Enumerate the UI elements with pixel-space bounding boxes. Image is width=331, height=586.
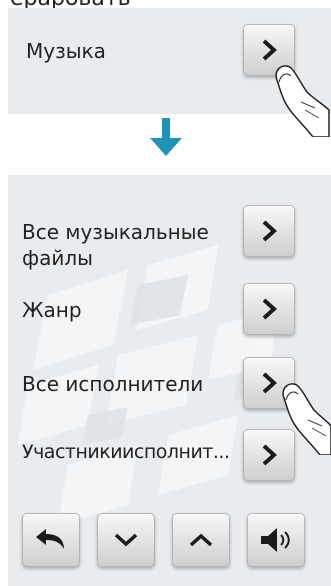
back-button[interactable]	[22, 513, 80, 567]
chevron-right-icon	[262, 220, 277, 242]
menu-item-participants: Участникиисполнит...	[22, 441, 230, 463]
pointing-hand-icon	[275, 65, 330, 137]
chevron-right-icon	[262, 444, 277, 466]
menu-item-genre: Жанр	[22, 298, 82, 322]
arrow-down-icon	[150, 118, 182, 156]
menu-item-all-music: Все музыкальные файлы	[22, 220, 209, 270]
music-label: Музыка	[26, 39, 106, 63]
chevron-up-icon	[189, 533, 213, 547]
menu-item-genre-button[interactable]	[243, 283, 295, 335]
chevron-right-icon	[262, 39, 277, 61]
scroll-up-button[interactable]	[172, 513, 230, 567]
chevron-right-icon	[262, 372, 277, 394]
volume-button[interactable]	[247, 513, 305, 567]
back-arrow-icon	[36, 529, 64, 549]
scroll-down-button[interactable]	[97, 513, 155, 567]
pointing-hand-icon	[282, 383, 331, 455]
chevron-down-icon	[114, 533, 138, 547]
chevron-right-icon	[262, 298, 277, 320]
speaker-icon	[261, 528, 290, 552]
menu-item-all-artists: Все исполнители	[22, 372, 204, 396]
menu-item-all-music-button[interactable]	[243, 205, 295, 257]
